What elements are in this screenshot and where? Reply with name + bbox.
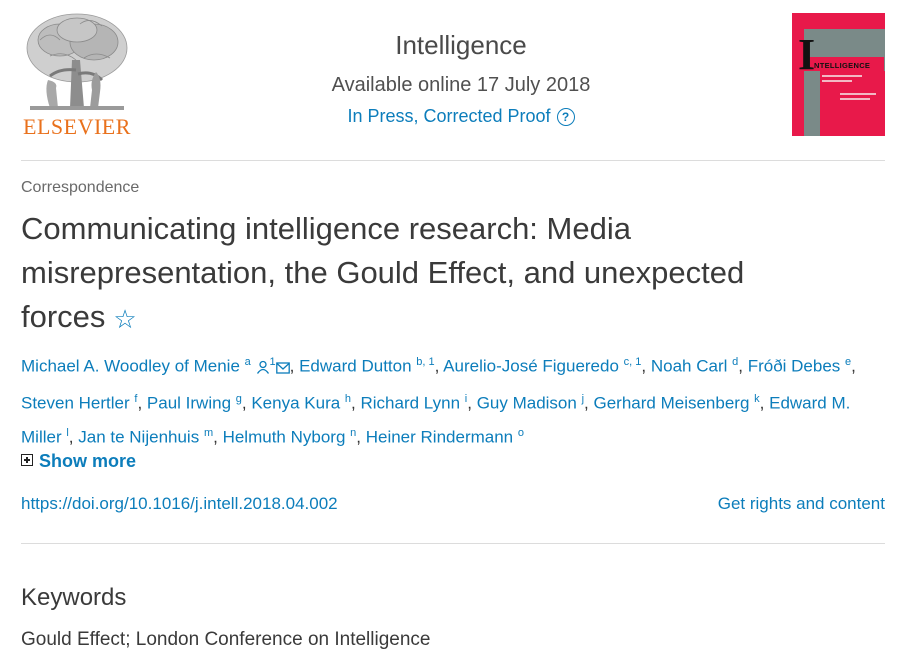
author-link[interactable]: Steven Hertler: [21, 393, 130, 412]
cover-title: NTELLIGENCE: [814, 61, 871, 70]
author-affiliation-sup[interactable]: b, 1: [416, 356, 434, 368]
author-affiliation-sup[interactable]: a: [245, 356, 251, 368]
author-link[interactable]: Paul Irwing: [147, 393, 231, 412]
article-header: ELSEVIER Intelligence Available online 1…: [0, 0, 902, 160]
author-affiliation-sup[interactable]: l: [66, 427, 68, 439]
expand-icon[interactable]: [21, 454, 33, 466]
cover-text-line: [822, 75, 862, 77]
journal-cover-image[interactable]: I NTELLIGENCE: [792, 13, 885, 136]
rights-link[interactable]: Get rights and content: [718, 494, 885, 514]
author-link[interactable]: Kenya Kura: [251, 393, 340, 412]
keywords-heading: Keywords: [21, 584, 127, 611]
author-link[interactable]: Jan te Nijenhuis: [78, 428, 199, 447]
cover-initial: I: [798, 30, 816, 79]
author-affiliation-sup[interactable]: k: [754, 393, 760, 405]
author-affiliation-sup[interactable]: n: [350, 427, 356, 439]
author-link[interactable]: Guy Madison: [477, 393, 577, 412]
keywords-list: Gould Effect; London Conference on Intel…: [21, 629, 431, 650]
in-press-status[interactable]: In Press, Corrected Proof?: [300, 106, 622, 127]
cover-band: [792, 13, 885, 29]
in-press-label[interactable]: In Press, Corrected Proof: [347, 106, 550, 126]
elsevier-wordmark: ELSEVIER: [23, 114, 131, 139]
show-more-button[interactable]: Show more: [21, 451, 136, 472]
mail-icon[interactable]: [275, 353, 290, 384]
divider: [21, 160, 885, 161]
cover-text-line: [840, 98, 870, 100]
author-link[interactable]: Richard Lynn: [361, 393, 461, 412]
author-affiliation-sup[interactable]: m: [204, 427, 213, 439]
author-affiliation-sup[interactable]: c, 1: [624, 356, 642, 368]
article-title: Communicating intelligence research: Med…: [21, 207, 841, 341]
article-type: Correspondence: [21, 179, 140, 196]
author-affiliation-sup[interactable]: g: [236, 393, 242, 405]
author-affiliation-sup[interactable]: j: [582, 393, 584, 405]
author-link[interactable]: Heiner Rindermann: [366, 428, 513, 447]
author-link[interactable]: Aurelio-José Figueredo: [443, 357, 619, 376]
author-link[interactable]: Noah Carl: [651, 357, 728, 376]
author-list: Michael A. Woodley of Menie a 1, Edward …: [21, 347, 891, 453]
author-affiliation-sup[interactable]: o: [518, 427, 524, 439]
author-link[interactable]: Gerhard Meisenberg: [594, 393, 750, 412]
author-link[interactable]: Edward Dutton: [299, 357, 411, 376]
author-link[interactable]: Michael A. Woodley of Menie: [21, 357, 240, 376]
person-icon[interactable]: [256, 353, 270, 384]
author-affiliation-sup[interactable]: f: [134, 393, 137, 405]
available-online-date: Available online 17 July 2018: [331, 74, 591, 96]
tree-logo-icon: [26, 13, 128, 110]
author-affiliation-sup[interactable]: h: [345, 393, 351, 405]
star-outline-icon[interactable]: ☆: [113, 304, 136, 334]
author-link[interactable]: Helmuth Nyborg: [223, 428, 346, 447]
author-link[interactable]: Fróði Debes: [748, 357, 841, 376]
show-more-label[interactable]: Show more: [39, 451, 136, 471]
help-icon[interactable]: ?: [556, 108, 575, 126]
author-affiliation-sup[interactable]: i: [465, 393, 467, 405]
divider: [21, 543, 885, 544]
cover-text-line: [822, 80, 852, 82]
author-affiliation-sup[interactable]: e: [845, 356, 851, 368]
cover-text-line: [840, 93, 876, 95]
elsevier-logo[interactable]: ELSEVIER: [20, 10, 134, 139]
author-affiliation-sup[interactable]: d: [732, 356, 738, 368]
doi-link[interactable]: https://doi.org/10.1016/j.intell.2018.04…: [21, 494, 338, 514]
journal-title[interactable]: Intelligence: [300, 30, 622, 61]
